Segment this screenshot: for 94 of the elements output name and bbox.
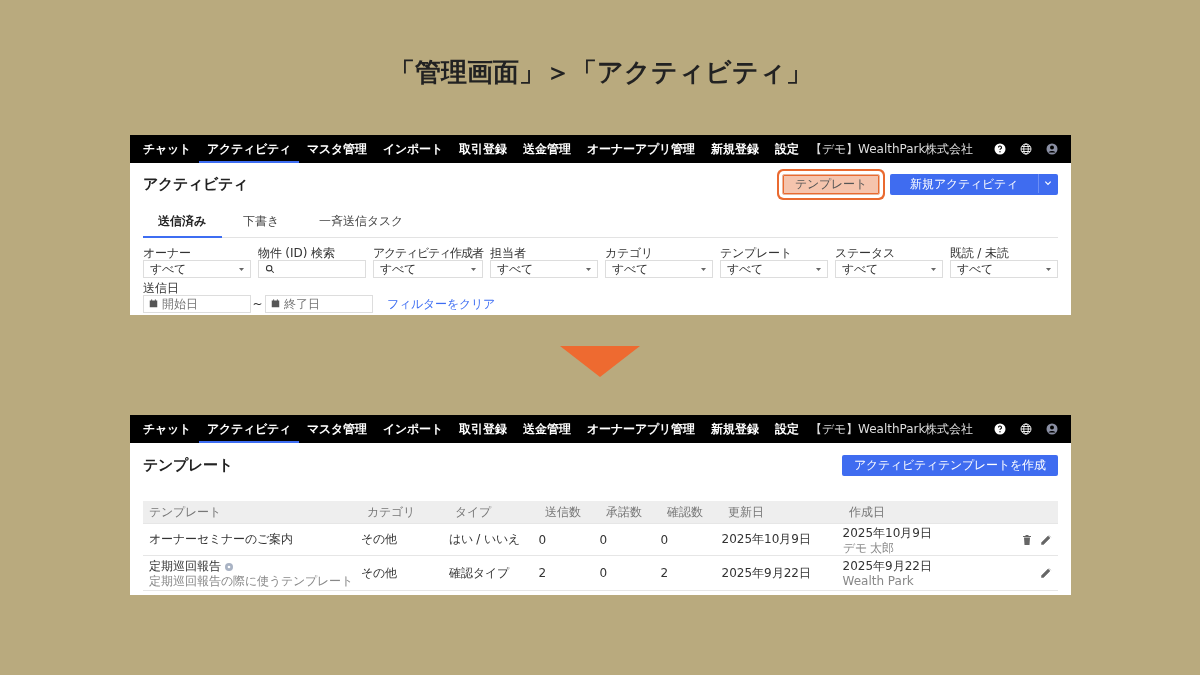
nav-item[interactable]: 設定 [766, 135, 807, 163]
nav-item[interactable]: オーナーアプリ管理 [578, 415, 703, 443]
date-field[interactable]: 開始日 [142, 295, 251, 313]
filter-dropdown[interactable]: すべて [834, 260, 943, 278]
nav-item[interactable]: アクティビティ [198, 135, 299, 163]
slide-title: 「管理画面」＞「アクティビティ」 [388, 56, 812, 89]
create-template-button[interactable]: アクティビティテンプレートを作成 [841, 454, 1058, 476]
down-triangle-icon [560, 346, 640, 377]
table-cell-text: 0 [660, 532, 670, 547]
nav-item[interactable]: 取引登録 [450, 135, 515, 163]
dropdown-caret-icon [1045, 267, 1051, 271]
table-cell-text: その他 [360, 564, 398, 582]
company-name: 【デモ】WealthPark株式会社 [810, 420, 974, 438]
tab[interactable]: 送信済み [142, 207, 222, 238]
tab[interactable]: 下書き [221, 207, 301, 238]
filter-label: ステータス [834, 246, 896, 260]
table-cell-text: 0 [538, 532, 548, 547]
company-name: 【デモ】WealthPark株式会社 [810, 140, 974, 158]
creator-name: Wealth Park [842, 575, 915, 588]
column-header: テンプレート [147, 503, 222, 521]
range-separator: ~ [252, 297, 263, 311]
table-cell-text: 0 [599, 566, 609, 580]
globe-icon[interactable] [1019, 423, 1032, 435]
page-title: アクティビティ [142, 174, 248, 194]
filter-label: 担当者 [489, 246, 527, 260]
filter-dropdown[interactable]: すべて [142, 260, 251, 278]
filter-dropdown[interactable]: すべて [604, 260, 713, 278]
table-cell-text: 2 [660, 566, 670, 580]
clear-filters-link[interactable]: フィルターをクリア [386, 295, 495, 313]
filter-label: 物件 (ID) 検索 [257, 246, 337, 260]
pencil-icon[interactable] [1039, 533, 1052, 546]
table-cell-text: 2025年10月9日 [721, 531, 812, 548]
dropdown-caret-icon [700, 267, 706, 271]
created-date: 2025年9月22日 [842, 558, 933, 575]
date-field[interactable]: 終了日 [264, 295, 373, 313]
filter-label: 既読 / 未読 [949, 246, 1011, 260]
filter-label: テンプレート [719, 246, 793, 260]
creator-name: デモ 太郎 [842, 541, 896, 555]
filter-label: 送信日 [142, 281, 180, 295]
nav-item[interactable]: アクティビティ [198, 415, 299, 443]
created-date: 2025年10月9日 [842, 524, 933, 542]
calendar-icon [148, 299, 158, 308]
column-header: カテゴリ [365, 503, 416, 521]
column-header: 送信数 [543, 503, 582, 521]
nav-item[interactable]: 新規登録 [702, 415, 767, 443]
nav-item[interactable]: インポート [374, 135, 451, 163]
filter-label: オーナー [142, 246, 192, 260]
pencil-icon[interactable] [1039, 567, 1052, 579]
column-header: 更新日 [726, 503, 765, 521]
table-cell-text: はい / いいえ [448, 531, 522, 548]
template-name: 定期巡回報告 [148, 558, 221, 575]
dropdown-caret-icon [815, 267, 821, 271]
dropdown-caret-icon [470, 267, 476, 271]
nav-item[interactable]: マスタ管理 [298, 415, 375, 443]
dropdown-caret-icon [585, 267, 591, 271]
calendar-icon [270, 299, 280, 308]
column-header: 承諾数 [604, 503, 643, 521]
dropdown-caret-icon [930, 267, 936, 271]
nav-item[interactable]: オーナーアプリ管理 [578, 135, 703, 163]
column-header: タイプ [453, 503, 493, 521]
nav-item[interactable]: 送金管理 [514, 415, 579, 443]
nav-item[interactable]: インポート [374, 415, 451, 443]
filter-dropdown[interactable]: すべて [489, 260, 598, 278]
template-name: オーナーセミナーのご案内 [148, 531, 293, 548]
table-cell-text: その他 [360, 531, 398, 548]
page-title: テンプレート [142, 455, 233, 475]
column-header: 作成日 [847, 503, 886, 521]
filter-dropdown[interactable]: すべて [949, 260, 1058, 278]
filter-label: カテゴリ [604, 246, 654, 260]
nav-item[interactable]: チャット [134, 415, 199, 443]
nav-item[interactable]: 新規登録 [702, 135, 767, 163]
account-icon[interactable] [1045, 423, 1058, 435]
nav-item[interactable]: 設定 [766, 415, 807, 443]
dropdown-caret-icon [238, 267, 244, 271]
account-icon[interactable] [1045, 143, 1058, 155]
chevron-down-icon [1044, 179, 1052, 187]
filter-dropdown[interactable]: すべて [719, 260, 828, 278]
trash-icon[interactable] [1020, 533, 1033, 546]
filter-label: アクティビティ作成者 [372, 246, 483, 260]
table-cell-text: 0 [599, 532, 609, 547]
tab[interactable]: 一斉送信タスク [300, 207, 421, 238]
table-cell-text: 確認タイプ [448, 564, 511, 582]
nav-item[interactable]: マスタ管理 [298, 135, 375, 163]
nav-item[interactable]: 送金管理 [514, 135, 579, 163]
search-field[interactable] [257, 260, 366, 278]
table-cell-text: 2025年9月22日 [721, 564, 812, 582]
nav-item[interactable]: チャット [134, 135, 199, 163]
table-cell-text: 2 [538, 566, 548, 580]
template-description: 定期巡回報告の際に使うテンプレート [148, 575, 354, 588]
filter-dropdown[interactable]: すべて [372, 260, 483, 278]
nav-item[interactable]: 取引登録 [450, 415, 515, 443]
column-header: 確認数 [665, 503, 704, 521]
globe-icon[interactable] [1019, 143, 1032, 155]
search-icon [264, 264, 275, 274]
